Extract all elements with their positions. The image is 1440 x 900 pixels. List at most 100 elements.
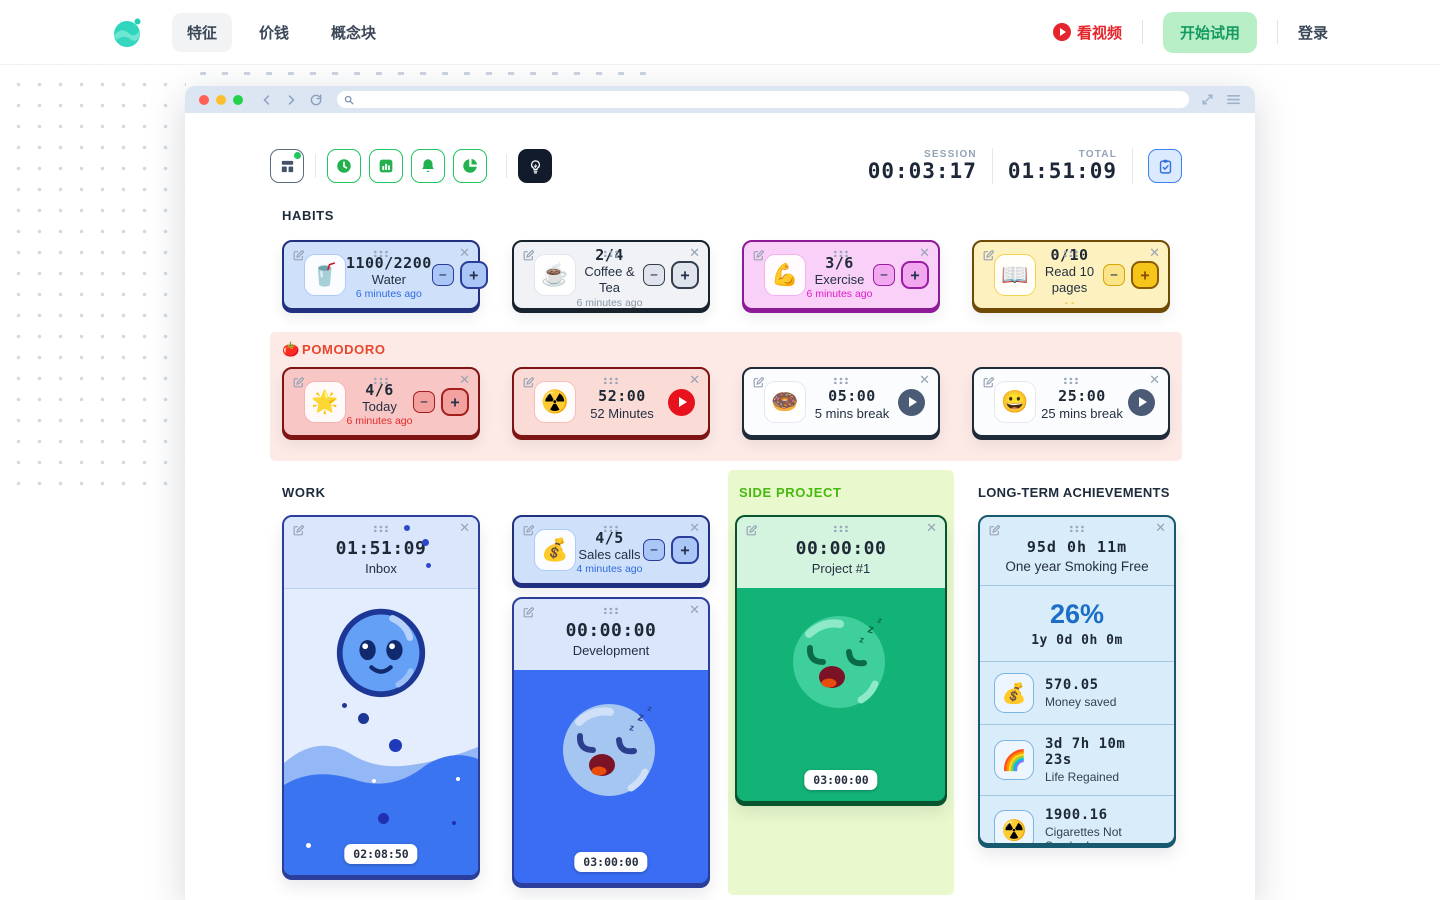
close-icon[interactable] [689, 373, 700, 386]
drag-handle-icon[interactable] [1063, 250, 1080, 257]
play-button[interactable] [1128, 389, 1155, 416]
decorative-dash-row [200, 72, 660, 75]
rainbow-emoji-icon: 🌈 [994, 740, 1034, 780]
increment-button[interactable]: + [901, 261, 929, 289]
work-section-title: WORK [282, 485, 480, 501]
edit-icon[interactable] [522, 249, 535, 262]
divider [1142, 20, 1143, 44]
reports-button[interactable] [453, 149, 487, 183]
window-maximize-button[interactable] [233, 95, 243, 105]
radioactive-emoji-icon: ☢️ [534, 381, 576, 423]
play-button[interactable] [898, 389, 925, 416]
watch-video-link[interactable]: 看视频 [1053, 22, 1122, 43]
close-icon[interactable] [459, 373, 470, 386]
reload-icon[interactable] [309, 93, 323, 107]
browser-search-input[interactable] [358, 93, 1182, 107]
drag-handle-icon[interactable] [373, 377, 390, 384]
login-link[interactable]: 登录 [1298, 22, 1328, 43]
nav-item-features[interactable]: 特征 [172, 13, 232, 52]
drag-handle-icon[interactable] [833, 525, 850, 532]
nav-item-pricing[interactable]: 价钱 [244, 13, 304, 52]
drag-handle-icon[interactable] [1063, 377, 1080, 384]
menu-icon[interactable] [1226, 93, 1241, 106]
pomodoro-card-today: 🌟 4/6 Today 6 minutes ago − + [282, 367, 480, 437]
increment-button[interactable]: + [460, 261, 488, 289]
increment-button[interactable]: + [441, 388, 469, 416]
edit-icon[interactable] [522, 606, 535, 619]
close-icon[interactable] [459, 521, 470, 534]
svg-text:z: z [876, 616, 883, 626]
bubble-dot [372, 779, 376, 783]
edit-icon[interactable] [982, 249, 995, 262]
tasks-button[interactable] [1148, 149, 1182, 183]
side-project-card: 00:00:00 Project #1 z [735, 515, 947, 803]
timer-value: 52:00 [576, 388, 668, 405]
window-minimize-button[interactable] [216, 95, 226, 105]
decrement-button[interactable]: − [873, 264, 895, 286]
task-value: 4/5 [576, 530, 643, 547]
edit-icon[interactable] [292, 249, 305, 262]
edit-icon[interactable] [988, 524, 1001, 537]
drag-handle-icon[interactable] [603, 525, 620, 532]
close-icon[interactable] [459, 246, 470, 259]
nav-item-concepts[interactable]: 概念块 [316, 13, 391, 52]
close-icon[interactable] [926, 521, 937, 534]
session-time: 00:03:17 [868, 160, 977, 182]
moneybag-emoji-icon: 💰 [534, 529, 576, 571]
edit-icon[interactable] [522, 524, 535, 537]
emoji: 🌈 [1002, 748, 1027, 773]
close-icon[interactable] [919, 246, 930, 259]
increment-button[interactable]: + [1131, 261, 1159, 289]
close-icon[interactable] [689, 521, 700, 534]
expand-icon[interactable] [1201, 93, 1214, 106]
edit-icon[interactable] [522, 376, 535, 389]
window-close-button[interactable] [199, 95, 209, 105]
achievement-name: One year Smoking Free [990, 559, 1164, 574]
increment-button[interactable]: + [671, 536, 699, 564]
url-bar[interactable] [337, 91, 1189, 108]
drag-handle-icon[interactable] [603, 377, 620, 384]
drag-handle-icon[interactable] [833, 377, 850, 384]
layout-button[interactable] [270, 149, 304, 183]
timer-button[interactable] [327, 149, 361, 183]
back-icon[interactable] [261, 94, 273, 106]
drag-handle-icon[interactable] [1069, 525, 1086, 532]
edit-icon[interactable] [292, 376, 305, 389]
edit-icon[interactable] [745, 524, 758, 537]
drag-handle-icon[interactable] [603, 250, 620, 257]
decrement-button[interactable]: − [643, 264, 665, 286]
brand-logo-icon[interactable] [112, 16, 144, 48]
decrement-button[interactable]: − [1103, 264, 1125, 286]
notifications-button[interactable] [411, 149, 445, 183]
close-icon[interactable] [1155, 521, 1166, 534]
habit-timestamp: 6 minutes ago [806, 288, 873, 301]
theme-button[interactable] [518, 149, 552, 183]
drag-handle-icon[interactable] [603, 607, 620, 614]
increment-button[interactable]: + [671, 261, 699, 289]
decrement-button[interactable]: − [413, 391, 435, 413]
forward-icon[interactable] [285, 94, 297, 106]
start-trial-button[interactable]: 开始试用 [1163, 12, 1257, 53]
drag-handle-icon[interactable] [373, 525, 390, 532]
close-icon[interactable] [919, 373, 930, 386]
edit-icon[interactable] [292, 524, 305, 537]
stat-label: Life Regained [1045, 770, 1160, 784]
task-time: 00:00:00 [514, 620, 708, 641]
decrement-button[interactable]: − [643, 539, 665, 561]
drag-handle-icon[interactable] [373, 250, 390, 257]
stat-label: Money saved [1045, 695, 1116, 709]
close-icon[interactable] [1149, 246, 1160, 259]
habit-card-exercise: 💪 3/6 Exercise 6 minutes ago − + [742, 240, 940, 310]
close-icon[interactable] [689, 603, 700, 616]
close-icon[interactable] [1149, 373, 1160, 386]
stats-button[interactable] [369, 149, 403, 183]
decrement-button[interactable]: − [432, 264, 454, 286]
achievement-percent: 26% [990, 599, 1164, 630]
play-button[interactable] [668, 389, 695, 416]
edit-icon[interactable] [752, 249, 765, 262]
drag-handle-icon[interactable] [833, 250, 850, 257]
edit-icon[interactable] [752, 376, 765, 389]
close-icon[interactable] [689, 246, 700, 259]
edit-icon[interactable] [982, 376, 995, 389]
task-name: Development [514, 643, 708, 659]
